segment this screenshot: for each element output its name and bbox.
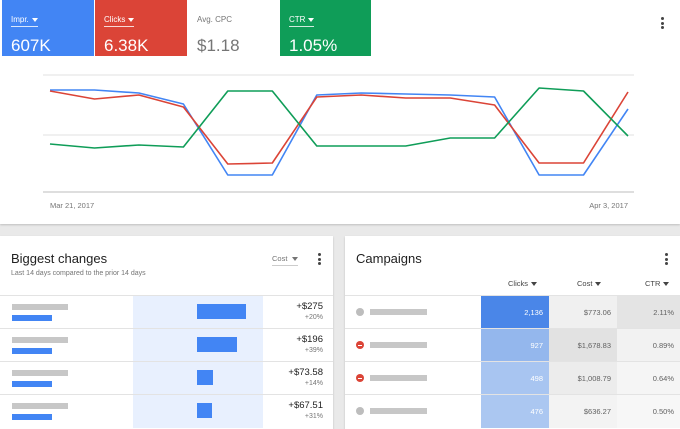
status-removed-icon (356, 341, 364, 349)
change-bar (197, 403, 212, 418)
campaign-link-placeholder[interactable] (12, 315, 52, 321)
metric-label: Avg. CPC (197, 15, 232, 24)
change-amount: +$67.51 (288, 400, 323, 411)
campaign-row[interactable]: 476 $636.27 0.50% (345, 394, 680, 428)
cell-clicks: 2,136 (481, 296, 549, 329)
metric-value: 607K (11, 36, 51, 55)
changes-list: +$275 +20% +$196 +39% +$73.58 +14% +$67.51 +31% (0, 295, 333, 428)
campaigns-table: 2,136 $773.06 2.11% 927 $1,678.83 0.89% 498 $1,… (345, 295, 680, 428)
card-title: Campaigns (356, 251, 422, 266)
metric-value: 1.05% (289, 36, 338, 55)
cell-cost: $636.27 (549, 395, 617, 428)
card-subtitle: Last 14 days compared to the prior 14 da… (11, 270, 146, 277)
metric-tile-clicks[interactable]: Clicks 6.38K (95, 0, 187, 56)
change-percent: +14% (304, 380, 323, 387)
chart-series (49, 87, 629, 176)
metric-label: Clicks (104, 15, 126, 24)
campaign-name-placeholder (12, 337, 68, 343)
metric-tile-avg-cpc[interactable]: Avg. CPC $1.18 (188, 0, 279, 56)
change-bar (197, 370, 213, 385)
metric-value: $1.18 (197, 36, 240, 55)
column-header-clicks[interactable]: Clicks (508, 279, 537, 288)
sort-arrow-icon (663, 281, 670, 286)
metric-tile-impressions[interactable]: Impr. 607K (2, 0, 94, 56)
campaign-row[interactable]: 498 $1,008.79 0.64% (345, 361, 680, 395)
column-header-label: Cost (577, 279, 593, 288)
metric-select-ctr[interactable]: CTR (289, 15, 315, 27)
card-title: Biggest changes (11, 251, 108, 266)
campaign-link-placeholder[interactable] (12, 414, 52, 420)
series-line-clicks (49, 90, 629, 165)
change-amount: +$275 (296, 301, 323, 312)
campaign-name-placeholder[interactable] (370, 309, 427, 315)
metric-label: CTR (289, 15, 306, 24)
metric-label: Impr. (11, 15, 29, 24)
campaign-link-placeholder[interactable] (12, 381, 52, 387)
campaign-row[interactable]: 2,136 $773.06 2.11% (345, 295, 680, 329)
dropdown-arrow-icon (308, 17, 315, 22)
column-header-label: Clicks (508, 279, 528, 288)
metric-select-clicks[interactable]: Clicks (104, 15, 135, 27)
change-percent: +31% (304, 413, 323, 420)
status-removed-icon (356, 374, 364, 382)
more-options-icon[interactable] (657, 15, 667, 31)
series-line-ctr (49, 87, 629, 149)
column-header-ctr[interactable]: CTR (645, 279, 670, 288)
cell-clicks: 498 (481, 362, 549, 395)
cell-ctr: 0.64% (617, 362, 680, 395)
status-paused-icon (356, 308, 364, 316)
change-percent: +39% (304, 347, 323, 354)
campaign-name-placeholder[interactable] (370, 342, 427, 348)
campaign-name-placeholder (12, 370, 68, 376)
change-amount: +$196 (296, 334, 323, 345)
change-row[interactable]: +$73.58 +14% (0, 361, 333, 395)
sort-arrow-icon (595, 281, 602, 286)
cell-ctr: 0.50% (617, 395, 680, 428)
metric-select-impressions[interactable]: Impr. (11, 15, 38, 27)
column-header-label: CTR (645, 279, 661, 288)
change-row[interactable]: +$67.51 +31% (0, 394, 333, 428)
sort-arrow-icon (531, 281, 537, 286)
cell-clicks: 927 (481, 329, 549, 362)
change-bar (197, 337, 237, 352)
biggest-changes-card: Biggest changes Last 14 days compared to… (0, 236, 333, 429)
status-paused-icon (356, 407, 364, 415)
metric-select-label: Cost (272, 254, 288, 263)
cell-cost: $773.06 (549, 296, 617, 329)
performance-overview-card: Impr. 607K Clicks 6.38K Avg. CPC $1.18 C… (0, 0, 680, 224)
cell-ctr: 2.11% (617, 296, 680, 329)
campaign-row[interactable]: 927 $1,678.83 0.89% (345, 328, 680, 362)
column-header-cost[interactable]: Cost (577, 279, 602, 288)
cell-cost: $1,008.79 (549, 362, 617, 395)
more-options-icon[interactable] (314, 251, 324, 267)
metric-value: 6.38K (104, 36, 149, 55)
cell-cost: $1,678.83 (549, 329, 617, 362)
cell-ctr: 0.89% (617, 329, 680, 362)
dropdown-arrow-icon (292, 256, 299, 261)
campaign-name-placeholder (12, 304, 68, 310)
metric-select[interactable]: Cost (272, 254, 299, 266)
change-bar (197, 304, 246, 319)
cell-clicks: 476 (481, 395, 549, 428)
change-amount: +$73.58 (288, 367, 323, 378)
campaign-link-placeholder[interactable] (12, 348, 52, 354)
change-percent: +20% (304, 314, 323, 321)
dropdown-arrow-icon (128, 17, 135, 22)
x-axis-end-label: Apr 3, 2017 (589, 201, 628, 210)
change-row[interactable]: +$196 +39% (0, 328, 333, 362)
metric-tile-ctr[interactable]: CTR 1.05% (280, 0, 371, 56)
campaign-name-placeholder[interactable] (370, 408, 427, 414)
campaign-name-placeholder[interactable] (370, 375, 427, 381)
more-options-icon[interactable] (661, 251, 671, 267)
line-chart: Mar 21, 2017 Apr 3, 2017 (43, 74, 634, 210)
change-row[interactable]: +$275 +20% (0, 295, 333, 329)
campaign-name-placeholder (12, 403, 68, 409)
campaigns-card: Campaigns Clicks Cost CTR 2,136 $773.06 2.… (345, 236, 680, 429)
x-axis-start-label: Mar 21, 2017 (50, 201, 94, 210)
dropdown-arrow-icon (31, 17, 38, 22)
